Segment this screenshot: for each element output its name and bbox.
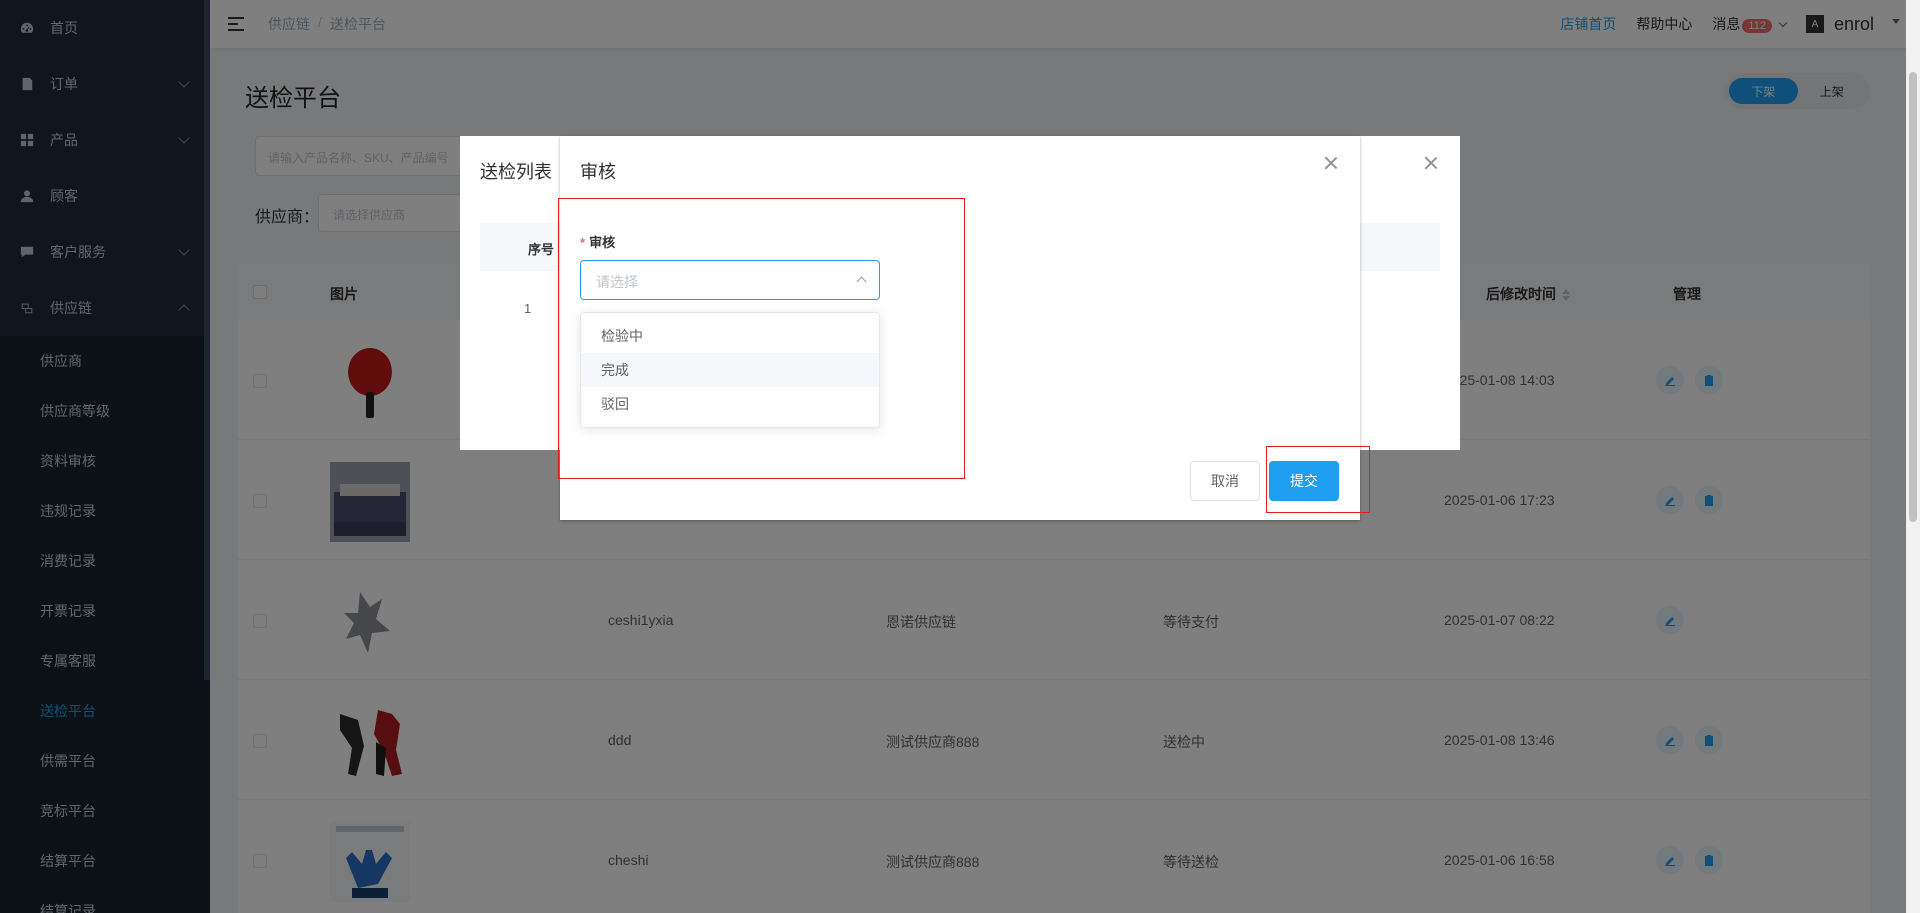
dialog-title: 审核 <box>580 162 616 182</box>
close-icon[interactable] <box>1424 156 1440 172</box>
list-row-index: 1 <box>524 301 532 316</box>
cancel-button[interactable]: 取消 <box>1190 461 1260 501</box>
modal-overlay[interactable]: 送检列表 序号 1 审核 * 审核 请选择 检验中 完成 驳回 取消 提交 <box>0 0 1920 913</box>
close-icon[interactable] <box>1324 156 1340 172</box>
page-scrollbar[interactable] <box>1906 0 1920 913</box>
highlight-box-submit <box>1266 446 1370 513</box>
scrollbar-thumb[interactable] <box>1909 72 1917 522</box>
highlight-box-form <box>558 198 965 479</box>
dialog-title: 送检列表 <box>480 162 552 182</box>
header-index: 序号 <box>528 242 555 257</box>
